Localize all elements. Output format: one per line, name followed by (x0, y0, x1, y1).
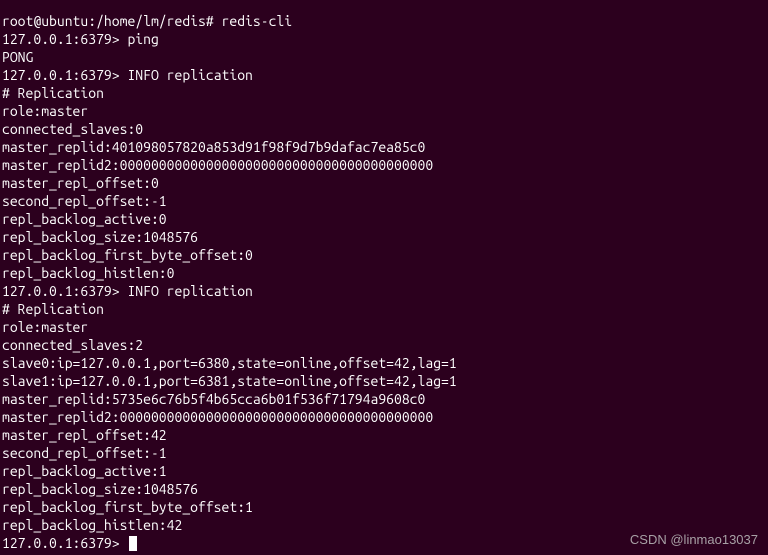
terminal-cursor (129, 536, 137, 551)
redis-prompt-line: 127.0.0.1:6379> INFO replication (2, 66, 766, 84)
output-line: repl_backlog_size:1048576 (2, 228, 766, 246)
output-line: repl_backlog_histlen:0 (2, 264, 766, 282)
output-line: second_repl_offset:-1 (2, 192, 766, 210)
output-line: role:master (2, 102, 766, 120)
output-line: master_replid2:0000000000000000000000000… (2, 408, 766, 426)
redis-prompt: 127.0.0.1:6379> (2, 283, 127, 299)
shell-prompt-line: root@ubuntu:/home/lm/redis# redis-cli (2, 12, 766, 30)
shell-prompt: root@ubuntu:/home/lm/redis# (2, 13, 222, 29)
output-line: master_replid2:0000000000000000000000000… (2, 156, 766, 174)
output-line: master_replid:5735e6c76b5f4b65cca6b01f53… (2, 390, 766, 408)
redis-prompt: 127.0.0.1:6379> (2, 31, 127, 47)
shell-command: redis-cli (222, 13, 293, 29)
redis-command: INFO replication (127, 67, 252, 83)
output-line: connected_slaves:0 (2, 120, 766, 138)
output-line: connected_slaves:2 (2, 336, 766, 354)
output-line: master_repl_offset:0 (2, 174, 766, 192)
redis-prompt: 127.0.0.1:6379> (2, 534, 127, 552)
output-line: slave0:ip=127.0.0.1,port=6380,state=onli… (2, 354, 766, 372)
partial-previous-line (2, 4, 766, 12)
output-line: repl_backlog_first_byte_offset:1 (2, 498, 766, 516)
output-line: repl_backlog_active:0 (2, 210, 766, 228)
output-line: second_repl_offset:-1 (2, 444, 766, 462)
output-line: repl_backlog_first_byte_offset:0 (2, 246, 766, 264)
output-line: repl_backlog_size:1048576 (2, 480, 766, 498)
output-line: slave1:ip=127.0.0.1,port=6381,state=onli… (2, 372, 766, 390)
watermark-text: CSDN @linmao13037 (630, 531, 758, 549)
redis-prompt: 127.0.0.1:6379> (2, 67, 127, 83)
redis-prompt-line: 127.0.0.1:6379> ping (2, 30, 766, 48)
output-pong: PONG (2, 48, 766, 66)
output-line: master_repl_offset:42 (2, 426, 766, 444)
output-line: # Replication (2, 84, 766, 102)
output-line: master_replid:401098057820a853d91f98f9d7… (2, 138, 766, 156)
output-line: role:master (2, 318, 766, 336)
redis-command: ping (127, 31, 158, 47)
redis-prompt-line: 127.0.0.1:6379> INFO replication (2, 282, 766, 300)
redis-command: INFO replication (127, 283, 252, 299)
output-line: # Replication (2, 300, 766, 318)
output-line: repl_backlog_active:1 (2, 462, 766, 480)
